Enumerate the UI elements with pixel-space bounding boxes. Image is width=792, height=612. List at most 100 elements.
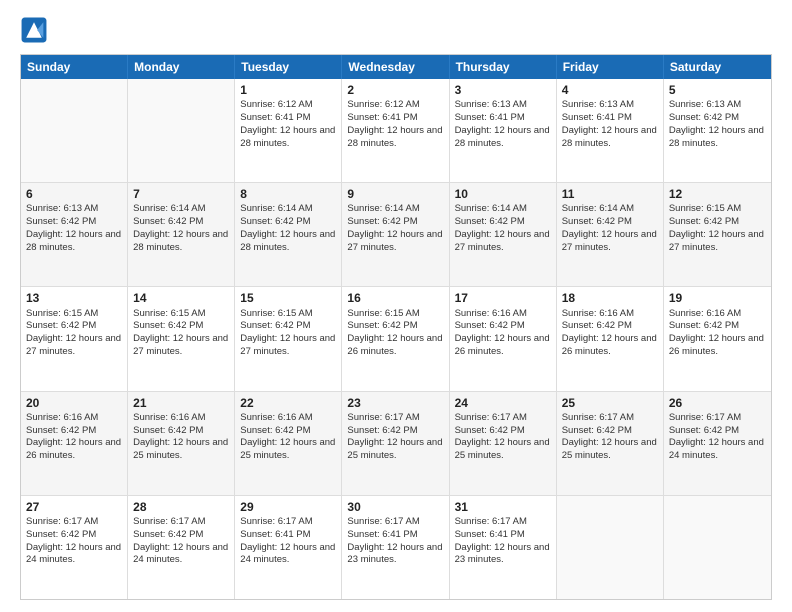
day-cell-20: 20Sunrise: 6:16 AMSunset: 6:42 PMDayligh… (21, 392, 128, 495)
daylight-text: Daylight: 12 hours and 27 minutes. (26, 333, 122, 359)
day-cell-21: 21Sunrise: 6:16 AMSunset: 6:42 PMDayligh… (128, 392, 235, 495)
daylight-text: Daylight: 12 hours and 27 minutes. (347, 229, 443, 255)
sunrise-text: Sunrise: 6:12 AM (347, 99, 443, 112)
sunrise-text: Sunrise: 6:13 AM (669, 99, 766, 112)
sunrise-text: Sunrise: 6:16 AM (240, 412, 336, 425)
sunrise-text: Sunrise: 6:15 AM (133, 308, 229, 321)
sunrise-text: Sunrise: 6:15 AM (669, 203, 766, 216)
day-cell-2: 2Sunrise: 6:12 AMSunset: 6:41 PMDaylight… (342, 79, 449, 182)
sunset-text: Sunset: 6:42 PM (26, 425, 122, 438)
day-number: 12 (669, 186, 766, 202)
day-cell-23: 23Sunrise: 6:17 AMSunset: 6:42 PMDayligh… (342, 392, 449, 495)
sunrise-text: Sunrise: 6:14 AM (240, 203, 336, 216)
day-cell-4: 4Sunrise: 6:13 AMSunset: 6:41 PMDaylight… (557, 79, 664, 182)
sunset-text: Sunset: 6:41 PM (455, 112, 551, 125)
sunset-text: Sunset: 6:42 PM (669, 216, 766, 229)
sunrise-text: Sunrise: 6:13 AM (562, 99, 658, 112)
daylight-text: Daylight: 12 hours and 28 minutes. (455, 125, 551, 151)
empty-cell (664, 496, 771, 599)
sunset-text: Sunset: 6:42 PM (26, 320, 122, 333)
day-cell-24: 24Sunrise: 6:17 AMSunset: 6:42 PMDayligh… (450, 392, 557, 495)
sunrise-text: Sunrise: 6:17 AM (133, 516, 229, 529)
day-number: 30 (347, 499, 443, 515)
daylight-text: Daylight: 12 hours and 24 minutes. (133, 542, 229, 568)
day-cell-16: 16Sunrise: 6:15 AMSunset: 6:42 PMDayligh… (342, 287, 449, 390)
sunset-text: Sunset: 6:41 PM (240, 112, 336, 125)
header-day-thursday: Thursday (450, 55, 557, 79)
daylight-text: Daylight: 12 hours and 28 minutes. (562, 125, 658, 151)
header (20, 16, 772, 44)
sunset-text: Sunset: 6:42 PM (562, 216, 658, 229)
sunset-text: Sunset: 6:41 PM (240, 529, 336, 542)
daylight-text: Daylight: 12 hours and 27 minutes. (455, 229, 551, 255)
daylight-text: Daylight: 12 hours and 27 minutes. (562, 229, 658, 255)
calendar-row: 1Sunrise: 6:12 AMSunset: 6:41 PMDaylight… (21, 79, 771, 182)
day-cell-14: 14Sunrise: 6:15 AMSunset: 6:42 PMDayligh… (128, 287, 235, 390)
day-cell-29: 29Sunrise: 6:17 AMSunset: 6:41 PMDayligh… (235, 496, 342, 599)
day-number: 26 (669, 395, 766, 411)
day-cell-30: 30Sunrise: 6:17 AMSunset: 6:41 PMDayligh… (342, 496, 449, 599)
daylight-text: Daylight: 12 hours and 25 minutes. (562, 437, 658, 463)
header-day-friday: Friday (557, 55, 664, 79)
day-number: 19 (669, 290, 766, 306)
day-cell-15: 15Sunrise: 6:15 AMSunset: 6:42 PMDayligh… (235, 287, 342, 390)
day-number: 24 (455, 395, 551, 411)
sunset-text: Sunset: 6:42 PM (133, 320, 229, 333)
day-number: 9 (347, 186, 443, 202)
day-number: 29 (240, 499, 336, 515)
day-cell-12: 12Sunrise: 6:15 AMSunset: 6:42 PMDayligh… (664, 183, 771, 286)
calendar-row: 6Sunrise: 6:13 AMSunset: 6:42 PMDaylight… (21, 182, 771, 286)
daylight-text: Daylight: 12 hours and 23 minutes. (347, 542, 443, 568)
header-day-wednesday: Wednesday (342, 55, 449, 79)
day-cell-10: 10Sunrise: 6:14 AMSunset: 6:42 PMDayligh… (450, 183, 557, 286)
day-number: 3 (455, 82, 551, 98)
sunrise-text: Sunrise: 6:12 AM (240, 99, 336, 112)
sunset-text: Sunset: 6:42 PM (240, 216, 336, 229)
sunset-text: Sunset: 6:42 PM (455, 425, 551, 438)
day-cell-18: 18Sunrise: 6:16 AMSunset: 6:42 PMDayligh… (557, 287, 664, 390)
sunrise-text: Sunrise: 6:14 AM (562, 203, 658, 216)
sunset-text: Sunset: 6:42 PM (669, 112, 766, 125)
logo-icon (20, 16, 48, 44)
daylight-text: Daylight: 12 hours and 26 minutes. (347, 333, 443, 359)
sunrise-text: Sunrise: 6:13 AM (26, 203, 122, 216)
sunrise-text: Sunrise: 6:17 AM (562, 412, 658, 425)
sunrise-text: Sunrise: 6:14 AM (347, 203, 443, 216)
sunrise-text: Sunrise: 6:16 AM (455, 308, 551, 321)
sunset-text: Sunset: 6:42 PM (26, 216, 122, 229)
day-number: 15 (240, 290, 336, 306)
daylight-text: Daylight: 12 hours and 25 minutes. (347, 437, 443, 463)
day-number: 28 (133, 499, 229, 515)
daylight-text: Daylight: 12 hours and 23 minutes. (455, 542, 551, 568)
calendar-row: 27Sunrise: 6:17 AMSunset: 6:42 PMDayligh… (21, 495, 771, 599)
sunrise-text: Sunrise: 6:15 AM (240, 308, 336, 321)
daylight-text: Daylight: 12 hours and 27 minutes. (669, 229, 766, 255)
sunset-text: Sunset: 6:42 PM (133, 425, 229, 438)
empty-cell (557, 496, 664, 599)
daylight-text: Daylight: 12 hours and 27 minutes. (240, 333, 336, 359)
day-cell-19: 19Sunrise: 6:16 AMSunset: 6:42 PMDayligh… (664, 287, 771, 390)
daylight-text: Daylight: 12 hours and 25 minutes. (133, 437, 229, 463)
daylight-text: Daylight: 12 hours and 28 minutes. (347, 125, 443, 151)
day-number: 13 (26, 290, 122, 306)
day-cell-9: 9Sunrise: 6:14 AMSunset: 6:42 PMDaylight… (342, 183, 449, 286)
day-number: 17 (455, 290, 551, 306)
daylight-text: Daylight: 12 hours and 28 minutes. (240, 229, 336, 255)
sunset-text: Sunset: 6:42 PM (455, 216, 551, 229)
sunset-text: Sunset: 6:42 PM (669, 320, 766, 333)
day-cell-5: 5Sunrise: 6:13 AMSunset: 6:42 PMDaylight… (664, 79, 771, 182)
day-cell-7: 7Sunrise: 6:14 AMSunset: 6:42 PMDaylight… (128, 183, 235, 286)
day-cell-31: 31Sunrise: 6:17 AMSunset: 6:41 PMDayligh… (450, 496, 557, 599)
sunset-text: Sunset: 6:42 PM (347, 320, 443, 333)
sunset-text: Sunset: 6:41 PM (347, 529, 443, 542)
sunset-text: Sunset: 6:42 PM (347, 216, 443, 229)
sunrise-text: Sunrise: 6:13 AM (455, 99, 551, 112)
day-number: 8 (240, 186, 336, 202)
day-number: 21 (133, 395, 229, 411)
daylight-text: Daylight: 12 hours and 24 minutes. (669, 437, 766, 463)
sunset-text: Sunset: 6:42 PM (669, 425, 766, 438)
calendar-row: 13Sunrise: 6:15 AMSunset: 6:42 PMDayligh… (21, 286, 771, 390)
empty-cell (21, 79, 128, 182)
page: SundayMondayTuesdayWednesdayThursdayFrid… (0, 0, 792, 612)
calendar-row: 20Sunrise: 6:16 AMSunset: 6:42 PMDayligh… (21, 391, 771, 495)
